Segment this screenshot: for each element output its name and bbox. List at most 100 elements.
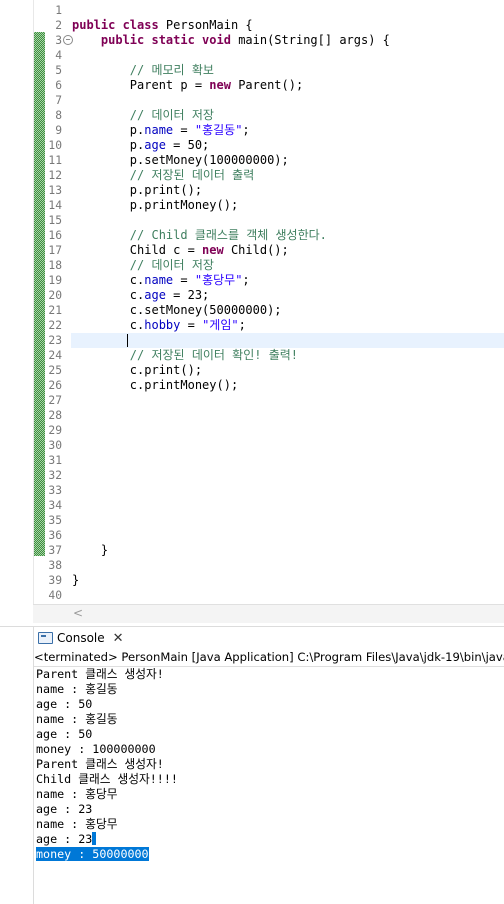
code-token: // 메모리 확보 bbox=[129, 63, 214, 77]
console-output-line: Parent 클래스 생성자! bbox=[36, 667, 504, 682]
console-tab-bar: Console ✕ bbox=[0, 626, 504, 649]
line-number: 24 bbox=[48, 349, 62, 362]
code-line[interactable] bbox=[72, 498, 504, 513]
code-line[interactable]: p.name = "홍길동"; bbox=[72, 123, 504, 138]
line-number: 2 bbox=[55, 19, 62, 32]
code-token: c. bbox=[72, 318, 145, 332]
code-token: p.printMoney(); bbox=[72, 198, 239, 212]
line-number: 25 bbox=[48, 364, 62, 377]
code-token: p.print(); bbox=[72, 183, 203, 197]
code-line[interactable] bbox=[72, 558, 504, 573]
code-token: ; bbox=[242, 273, 250, 287]
code-line[interactable]: Parent p = new Parent(); bbox=[72, 78, 504, 93]
code-line[interactable] bbox=[72, 438, 504, 453]
line-number: 32 bbox=[48, 469, 62, 482]
console-output-text: age : 23 bbox=[36, 802, 93, 816]
code-token: = 23; bbox=[165, 288, 210, 302]
code-line[interactable] bbox=[72, 528, 504, 543]
line-number-gutter: 1 2 3−4 5 6 7 8 9 10 11 12 13 14 15 16 17 18 19 20 21 22 23 24… bbox=[40, 3, 73, 603]
code-line[interactable]: c.printMoney(); bbox=[72, 378, 504, 393]
code-line[interactable]: c.hobby = "게임"; bbox=[72, 318, 504, 333]
code-token: p. bbox=[72, 123, 145, 137]
code-line[interactable]: } bbox=[72, 573, 504, 588]
horizontal-scrollbar[interactable]: < bbox=[33, 604, 504, 623]
line-number: 37 bbox=[48, 544, 62, 557]
code-line[interactable]: // 메모리 확보 bbox=[72, 63, 504, 78]
code-token: = 50; bbox=[165, 138, 210, 152]
console-output[interactable]: Parent 클래스 생성자! name : 홍길동 age : 50 name : … bbox=[36, 667, 504, 862]
line-number: 36 bbox=[48, 529, 62, 542]
line-number: 10 bbox=[48, 139, 62, 152]
code-token: c. bbox=[72, 288, 145, 302]
tab-console[interactable]: Console ✕ bbox=[34, 627, 130, 649]
code-editor[interactable]: 1 2 3−4 5 6 7 8 9 10 11 12 13 14 15 16 17 18 19 20 21 22 23 24… bbox=[0, 0, 504, 623]
code-token: Parent(); bbox=[238, 78, 304, 92]
line-number: 15 bbox=[48, 214, 62, 227]
code-line[interactable] bbox=[72, 423, 504, 438]
line-number: 1 bbox=[55, 4, 62, 17]
code-line[interactable]: c.name = "홍당무"; bbox=[72, 273, 504, 288]
code-line[interactable]: // 저장된 데이터 확인! 출력! bbox=[72, 348, 504, 363]
code-token: new bbox=[202, 243, 231, 257]
console-output-line: age : 50 bbox=[36, 727, 504, 742]
code-line[interactable] bbox=[72, 93, 504, 108]
code-area[interactable]: public class PersonMain { public static … bbox=[71, 3, 504, 603]
code-token: // 저장된 데이터 확인! 출력! bbox=[129, 348, 298, 362]
line-number: 9 bbox=[55, 124, 62, 137]
code-token: // Child 클래스를 객체 생성한다. bbox=[129, 228, 327, 242]
code-token: public static void bbox=[100, 33, 239, 47]
code-line[interactable] bbox=[72, 213, 504, 228]
code-line[interactable]: p.setMoney(100000000); bbox=[72, 153, 504, 168]
code-line[interactable] bbox=[72, 588, 504, 603]
code-line[interactable]: c.print(); bbox=[72, 363, 504, 378]
code-line[interactable] bbox=[72, 453, 504, 468]
code-token: p.setMoney(100000000); bbox=[72, 153, 289, 167]
code-line[interactable]: // 데이터 저장 bbox=[72, 258, 504, 273]
code-line[interactable]: public class PersonMain { bbox=[72, 18, 504, 33]
code-token: new bbox=[209, 78, 239, 92]
code-token: Child c = bbox=[72, 243, 203, 257]
code-line[interactable]: p.age = 50; bbox=[72, 138, 504, 153]
code-token: name bbox=[144, 123, 174, 137]
code-token: PersonMain { bbox=[165, 18, 253, 32]
code-line[interactable]: Child c = new Child(); bbox=[72, 243, 504, 258]
code-line[interactable] bbox=[72, 393, 504, 408]
current-code-line[interactable] bbox=[71, 333, 504, 348]
console-output-line: Parent 클래스 생성자! bbox=[36, 757, 504, 772]
scroll-left-icon[interactable]: < bbox=[73, 606, 83, 620]
code-line[interactable]: // 데이터 저장 bbox=[72, 108, 504, 123]
code-line[interactable] bbox=[72, 48, 504, 63]
editor-left-ruler bbox=[0, 0, 34, 604]
code-token: name bbox=[144, 273, 174, 287]
console-tab-label: Console bbox=[57, 631, 105, 645]
code-line[interactable]: // 저장된 데이터 출력 bbox=[72, 168, 504, 183]
console-output-line: name : 홍당무 bbox=[36, 787, 504, 802]
line-number: 35 bbox=[48, 514, 62, 527]
code-token: c.printMoney(); bbox=[72, 378, 239, 392]
console-output-line: money : 100000000 bbox=[36, 742, 504, 757]
code-line[interactable]: c.setMoney(50000000); bbox=[72, 303, 504, 318]
code-line[interactable] bbox=[72, 483, 504, 498]
code-line[interactable]: p.print(); bbox=[72, 183, 504, 198]
line-number: 21 bbox=[48, 304, 62, 317]
code-token: "홍당무" bbox=[194, 273, 243, 287]
line-number: 12 bbox=[48, 169, 62, 182]
code-line[interactable] bbox=[72, 513, 504, 528]
line-number: 14 bbox=[48, 199, 62, 212]
line-number: 3− bbox=[40, 33, 73, 48]
code-line[interactable] bbox=[72, 468, 504, 483]
code-line[interactable] bbox=[72, 408, 504, 423]
code-line[interactable]: // Child 클래스를 객체 생성한다. bbox=[72, 228, 504, 243]
code-token: = bbox=[173, 123, 195, 137]
close-icon[interactable]: ✕ bbox=[113, 631, 124, 646]
console-status-line: <terminated> PersonMain [Java Applicatio… bbox=[34, 648, 504, 667]
code-line[interactable]: public static void main(String[] args) { bbox=[72, 33, 504, 48]
console-output-line: Child 클래스 생성자!!!! bbox=[36, 772, 504, 787]
code-line[interactable]: p.printMoney(); bbox=[72, 198, 504, 213]
code-line[interactable] bbox=[72, 3, 504, 18]
code-line[interactable]: } bbox=[72, 543, 504, 558]
code-line[interactable]: c.age = 23; bbox=[72, 288, 504, 303]
